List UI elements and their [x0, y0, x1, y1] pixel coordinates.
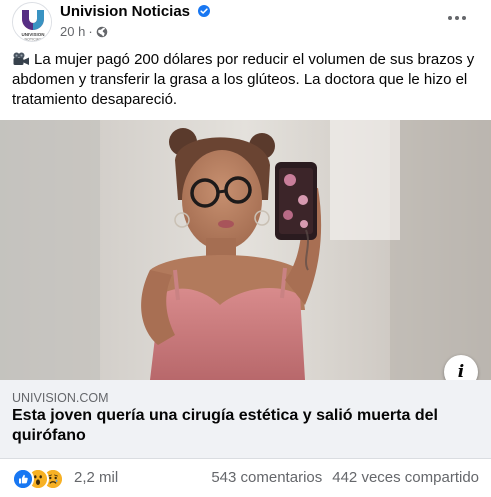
- link-title[interactable]: Esta joven quería una cirugía estética y…: [12, 406, 472, 446]
- woman-selfie-photo: [0, 120, 491, 380]
- reactions-summary[interactable]: [12, 468, 68, 490]
- post-caption: La mujer pagó 200 dólares por reducir el…: [12, 50, 480, 110]
- movie-camera-icon: [13, 52, 29, 65]
- meta-separator: ·: [88, 24, 93, 39]
- post-timestamp[interactable]: 20 h: [60, 24, 85, 39]
- post-image[interactable]: i: [0, 120, 491, 380]
- verified-badge-icon: [198, 5, 210, 17]
- link-preview[interactable]: UNIVISION.COM Esta joven quería una ciru…: [0, 380, 491, 459]
- engagement-stats: 543 comentarios 442 veces compartido: [211, 469, 479, 486]
- more-dot-icon: [448, 16, 452, 20]
- more-options-button[interactable]: [445, 8, 469, 28]
- avatar[interactable]: UNIVISION NOTICIAS: [12, 2, 52, 42]
- globe-icon[interactable]: [96, 26, 108, 38]
- reaction-count[interactable]: 2,2 mil: [74, 469, 118, 486]
- shares-count[interactable]: 442 veces compartido: [332, 469, 479, 486]
- like-reaction-icon: [12, 468, 34, 490]
- post-card: UNIVISION NOTICIAS Univision Noticias 20…: [0, 0, 491, 497]
- svg-text:UNIVISION: UNIVISION: [21, 32, 44, 37]
- univision-logo-icon: UNIVISION NOTICIAS: [13, 3, 51, 42]
- svg-text:NOTICIAS: NOTICIAS: [25, 38, 43, 42]
- post-footer: 2,2 mil 543 comentarios 442 veces compar…: [12, 464, 479, 490]
- caption-text: La mujer pagó 200 dólares por reducir el…: [12, 51, 475, 108]
- more-dot-icon: [462, 16, 466, 20]
- link-domain: UNIVISION.COM: [12, 391, 109, 405]
- post-header: UNIVISION NOTICIAS Univision Noticias 20…: [12, 2, 479, 42]
- more-dot-icon: [455, 16, 459, 20]
- comments-count[interactable]: 543 comentarios: [211, 469, 322, 486]
- post-meta: 20 h ·: [60, 24, 108, 39]
- page-name-link[interactable]: Univision Noticias: [60, 3, 190, 20]
